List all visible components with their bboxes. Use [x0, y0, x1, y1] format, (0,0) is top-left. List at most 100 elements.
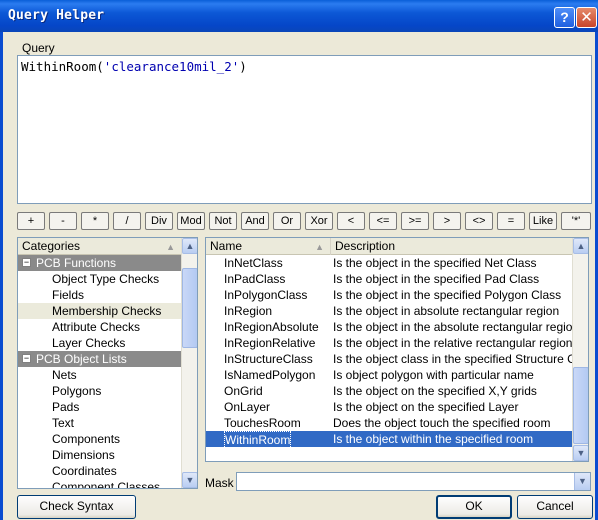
operator-button[interactable]: Xor — [305, 212, 333, 230]
scroll-thumb[interactable] — [182, 268, 197, 348]
function-row[interactable]: TouchesRoom Does the object touch the spe… — [206, 415, 573, 431]
sort-arrow-icon: ▲ — [315, 242, 324, 252]
category-item[interactable]: Polygons — [18, 383, 181, 399]
help-icon[interactable]: ? — [554, 7, 575, 28]
category-item-label: Components — [52, 432, 121, 446]
function-description: Is the object class in the specified Str… — [333, 352, 589, 366]
description-column-label: Description — [335, 239, 396, 253]
category-group[interactable]: − PCB Functions — [18, 255, 182, 271]
function-row[interactable]: InRegionAbsolute Is the object in the abs… — [206, 319, 579, 335]
function-description: Is object polygon with particular name — [333, 368, 534, 382]
category-item-label: Dimensions — [52, 448, 115, 462]
category-item-label: Membership Checks — [52, 304, 162, 318]
mask-label: Mask — [205, 476, 234, 490]
function-row[interactable]: OnLayer Is the object on the specified La… — [206, 399, 573, 415]
function-name: OnLayer — [224, 400, 271, 414]
function-name: InNetClass — [224, 256, 283, 270]
category-item[interactable]: Nets — [18, 367, 181, 383]
operator-button[interactable]: Or — [273, 212, 301, 230]
category-item[interactable]: Components — [18, 431, 181, 447]
category-item[interactable]: Dimensions — [18, 447, 181, 463]
scroll-down-icon[interactable]: ▼ — [182, 472, 197, 488]
close-icon[interactable]: ✕ — [576, 7, 597, 28]
operator-button[interactable]: - — [49, 212, 77, 230]
categories-panel: Categories ▲ − PCB Functions Object Type C… — [17, 237, 198, 489]
mask-input[interactable]: ▼ — [236, 472, 591, 491]
category-item[interactable]: Component Classes — [18, 479, 181, 488]
function-name: InPadClass — [224, 272, 286, 286]
scroll-down-icon[interactable]: ▼ — [573, 445, 588, 461]
function-row[interactable]: InPolygonClass Is the object in the speci… — [206, 287, 573, 303]
categories-header-label: Categories — [22, 239, 81, 253]
function-description: Is the object in the specified Polygon C… — [333, 288, 562, 302]
operator-button[interactable]: Mod — [177, 212, 205, 230]
function-row[interactable]: InRegionRelative Is the object in the rel… — [206, 335, 573, 351]
functions-scrollbar[interactable]: ▲ ▼ — [572, 238, 588, 461]
function-row[interactable]: InPadClass Is the object in the specified… — [206, 271, 573, 287]
categories-scrollbar[interactable]: ▲ ▼ — [181, 238, 197, 488]
function-description: Is the object in the specified Pad Class — [333, 272, 540, 286]
function-description: Is the object in the absolute rectangula… — [333, 320, 580, 334]
scroll-thumb[interactable] — [573, 367, 588, 444]
operator-button[interactable]: Like — [529, 212, 557, 230]
operator-button[interactable]: >= — [401, 212, 429, 230]
query-function: WithinRoom( — [21, 59, 104, 74]
function-row[interactable]: InStructureClass Is the object class in t… — [206, 351, 588, 367]
category-item[interactable]: Coordinates — [18, 463, 181, 479]
function-name: InPolygonClass — [224, 288, 308, 302]
category-item-label: Layer Checks — [52, 336, 126, 350]
collapse-icon[interactable]: − — [22, 258, 31, 267]
functions-panel: Name ▲ Description InNetClass Is the obje… — [205, 237, 589, 462]
category-item[interactable]: Pads — [18, 399, 181, 415]
operator-button[interactable]: <= — [369, 212, 397, 230]
operator-button[interactable]: <> — [465, 212, 493, 230]
operator-button[interactable]: And — [241, 212, 269, 230]
name-column-header[interactable]: Name ▲ — [206, 238, 331, 255]
function-description: Is the object on the specified Layer — [333, 400, 519, 414]
function-row[interactable]: InRegion Is the object in absolute rectan… — [206, 303, 573, 319]
function-row[interactable]: OnGrid Is the object on the specified X,Y… — [206, 383, 573, 399]
operator-button[interactable]: > — [433, 212, 461, 230]
operator-button[interactable]: < — [337, 212, 365, 230]
query-label: Query — [22, 41, 55, 55]
function-row-selected[interactable]: WithinRoom Is the object within the speci… — [206, 431, 573, 449]
functions-header: Name ▲ Description — [206, 238, 588, 255]
title-bar: Query Helper ? ✕ — [0, 0, 598, 32]
query-text: WithinRoom('clearance10mil_2') — [21, 59, 247, 74]
function-description: Is the object in absolute rectangular re… — [333, 304, 560, 318]
category-item[interactable]: Layer Checks — [18, 335, 181, 351]
chevron-down-icon[interactable]: ▼ — [574, 473, 590, 490]
operator-button[interactable]: = — [497, 212, 525, 230]
function-name: InRegionRelative — [224, 336, 316, 350]
check-syntax-button[interactable]: Check Syntax — [17, 495, 136, 519]
operator-button[interactable]: * — [81, 212, 109, 230]
function-row[interactable]: IsNamedPolygon Is object polygon with par… — [206, 367, 573, 383]
category-item-label: Polygons — [52, 384, 102, 398]
operator-button[interactable]: '*' — [561, 212, 591, 230]
category-item[interactable]: Fields — [18, 287, 181, 303]
function-row[interactable]: InNetClass Is the object in the specified… — [206, 255, 573, 271]
scroll-up-icon[interactable]: ▲ — [182, 238, 197, 254]
category-item[interactable]: Text — [18, 415, 181, 431]
function-description: Does the object touch the specified room — [333, 416, 551, 430]
operator-button[interactable]: Div — [145, 212, 173, 230]
scroll-up-icon[interactable]: ▲ — [573, 238, 588, 254]
category-group[interactable]: − PCB Object Lists — [18, 351, 182, 367]
function-description: Is the object in the specified Net Class — [333, 256, 537, 270]
operator-button[interactable]: / — [113, 212, 141, 230]
category-item-label: Object Type Checks — [52, 272, 160, 286]
category-item-selected[interactable]: Membership Checks — [18, 303, 181, 319]
sort-arrow-icon: ▲ — [166, 242, 175, 252]
operator-button[interactable]: + — [17, 212, 45, 230]
cancel-button[interactable]: Cancel — [517, 495, 593, 519]
category-item[interactable]: Object Type Checks — [18, 271, 181, 287]
description-column-header[interactable]: Description — [331, 238, 573, 255]
category-item-label: Attribute Checks — [52, 320, 141, 334]
operator-button[interactable]: Not — [209, 212, 237, 230]
collapse-icon[interactable]: − — [22, 354, 31, 363]
function-name: IsNamedPolygon — [224, 368, 316, 382]
query-editor[interactable]: WithinRoom('clearance10mil_2') — [17, 55, 592, 204]
category-item[interactable]: Attribute Checks — [18, 319, 181, 335]
categories-header[interactable]: Categories ▲ — [18, 238, 197, 255]
ok-button[interactable]: OK — [436, 495, 512, 519]
